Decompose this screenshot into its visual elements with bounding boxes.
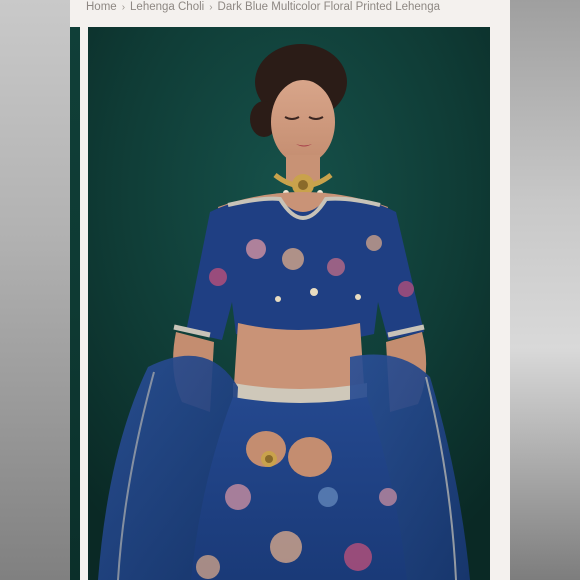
product-photo-illustration bbox=[88, 27, 490, 580]
background-blur-left bbox=[0, 0, 70, 580]
breadcrumb-home[interactable]: Home bbox=[86, 1, 117, 13]
breadcrumb-lehenga-choli[interactable]: Lehenga Choli bbox=[130, 1, 204, 13]
thumbnail-strip[interactable] bbox=[70, 27, 80, 580]
breadcrumb: Home › Lehenga Choli › Dark Blue Multico… bbox=[86, 0, 440, 16]
breadcrumb-separator: › bbox=[209, 1, 213, 13]
thumbnail-divider bbox=[80, 27, 88, 580]
product-image[interactable] bbox=[88, 27, 490, 580]
breadcrumb-current: Dark Blue Multicolor Floral Printed Lehe… bbox=[217, 1, 440, 13]
breadcrumb-separator: › bbox=[121, 1, 126, 13]
background-blur-right bbox=[510, 0, 580, 580]
product-page: Home › Lehenga Choli › Dark Blue Multico… bbox=[70, 0, 510, 580]
